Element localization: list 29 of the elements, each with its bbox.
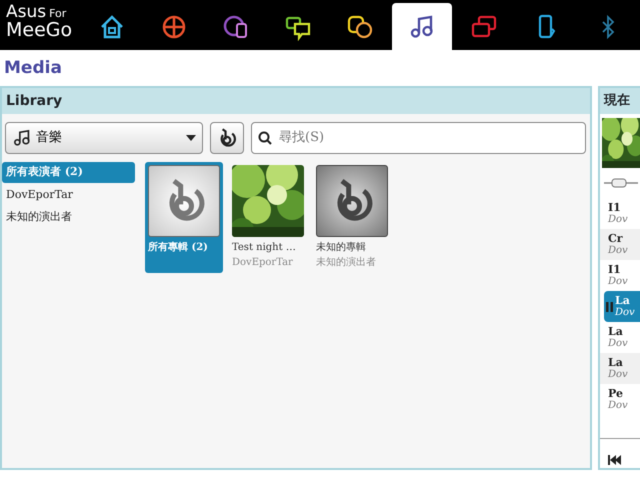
artist-item[interactable]: 所有表演者 (2) [2,162,135,182]
playlist-row[interactable]: La Dov [600,353,640,384]
playlist-row[interactable]: Pe Dov [600,384,640,415]
app-tab[interactable] [392,3,452,50]
search-field[interactable]: 尋找(S) [251,122,586,154]
brand-suffix: For [49,7,66,20]
playlist-row[interactable]: I1 Dov [600,198,640,229]
music-note-icon [12,128,32,148]
album-tile[interactable]: Test night … DovEporTar [229,162,307,273]
artist-item[interactable]: 未知的演出者 [2,207,135,228]
source-dropdown[interactable]: 音樂 [5,122,203,154]
previous-icon[interactable] [608,454,622,465]
page-title: Media [3,57,63,80]
search-icon [258,131,272,145]
panel-title: Library [2,88,590,114]
album-tile[interactable]: 所有專輯 (2) [145,162,223,273]
pause-icon [606,302,613,312]
brand-name: Asus [6,2,46,22]
caret-icon [186,135,196,141]
playlist-row[interactable]: Cr Dov [600,229,640,260]
slider-handle-icon[interactable] [604,178,638,188]
playlist-row[interactable]: I1 Dov [600,260,640,291]
artist-item[interactable]: DovEporTar [2,184,135,205]
search-input[interactable]: 尋找(S) [277,127,579,149]
panel-title: 現在 [600,88,640,114]
playlist-row[interactable]: La Dov [604,291,640,322]
brand-product: MeeGo [6,21,74,40]
playlist-row[interactable]: La Dov [600,322,640,353]
logo-button[interactable] [210,122,244,154]
